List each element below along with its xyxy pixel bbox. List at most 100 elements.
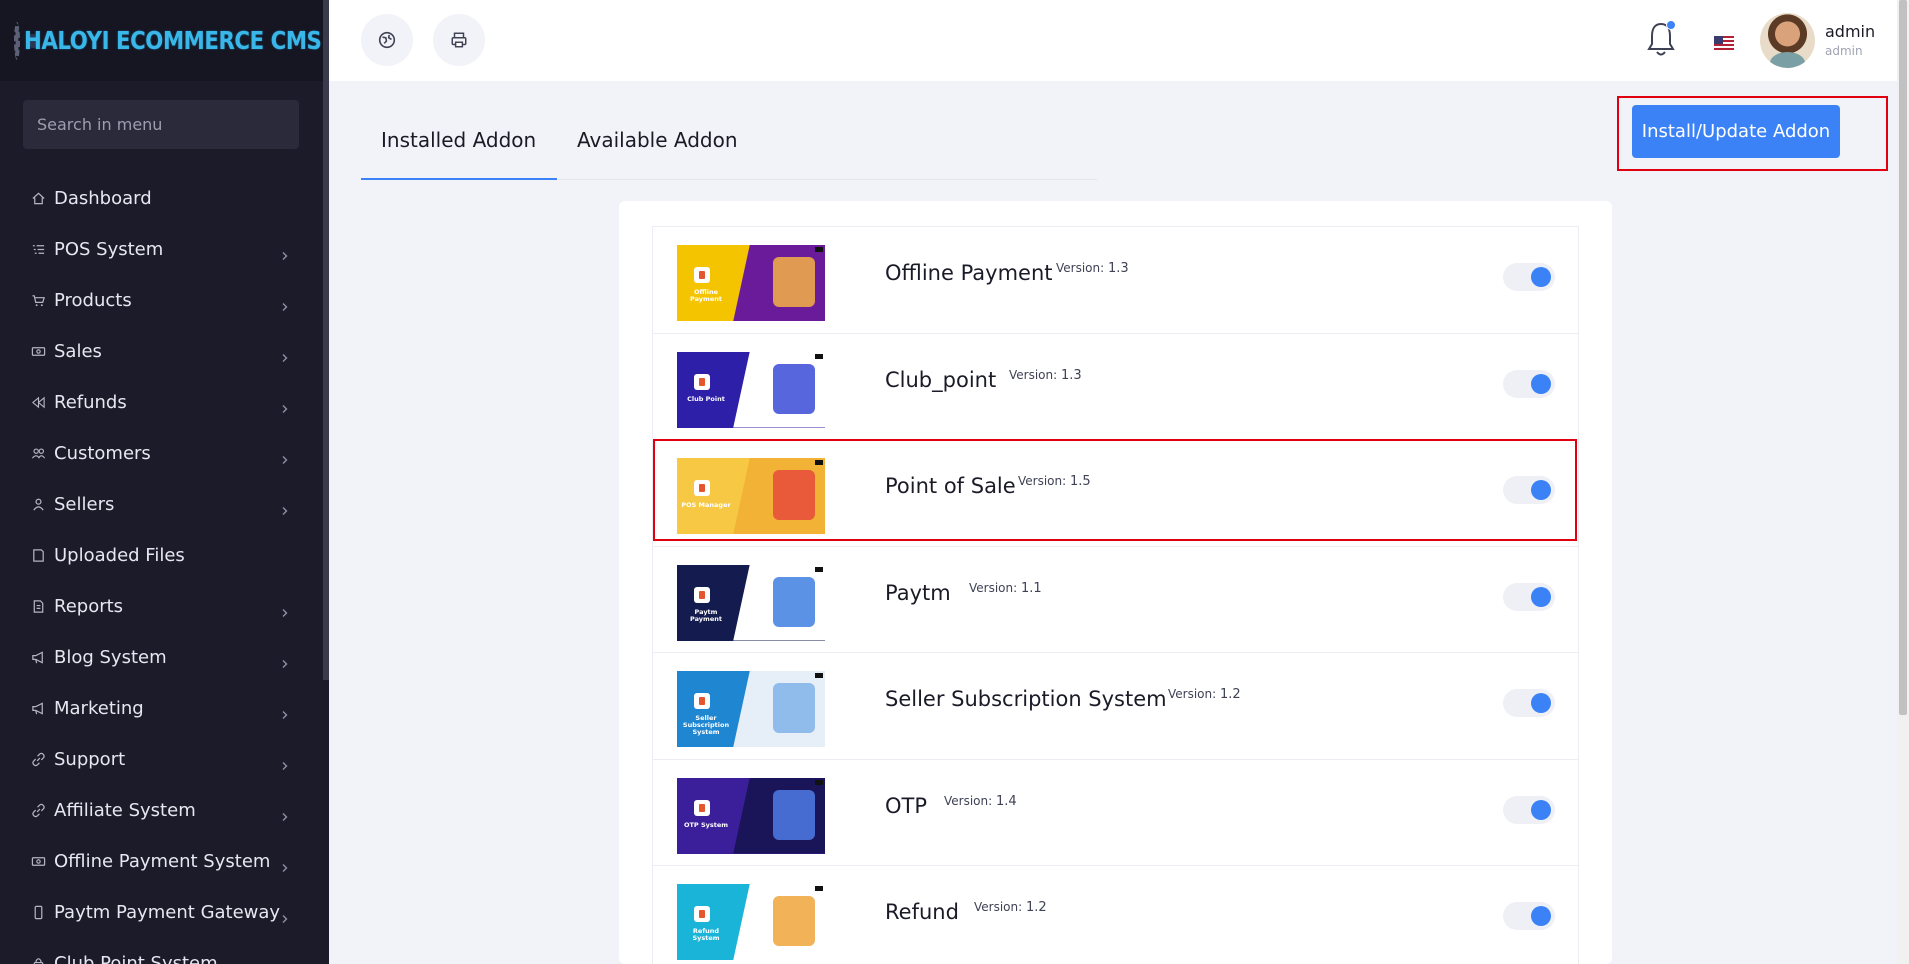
bullhorn-icon <box>30 650 46 666</box>
link-icon <box>30 803 46 819</box>
addon-toggle[interactable] <box>1503 582 1555 611</box>
sidebar-item-label: Paytm Payment Gateway <box>54 902 281 923</box>
addon-version: Version: 1.2 <box>1168 687 1241 702</box>
user-avatar[interactable] <box>1760 13 1815 68</box>
printer-icon <box>451 32 467 48</box>
addon-version-value: 1.4 <box>996 793 1017 809</box>
addon-row-paytm: Paytm Payment Paytm Version: 1.1 <box>653 546 1578 653</box>
chevron-right-icon <box>280 959 290 964</box>
page-scrollbar[interactable] <box>1897 0 1909 964</box>
sidebar-item-label: Offline Payment System <box>54 851 271 872</box>
addon-thumbnail: Offline Payment <box>677 245 825 321</box>
sidebar-item-paytm-payment-gateway[interactable]: Paytm Payment Gateway <box>0 887 329 938</box>
sidebar-item-customers[interactable]: Customers <box>0 428 329 479</box>
sidebar-item-affiliate-system[interactable]: Affiliate System <box>0 785 329 836</box>
addon-thumbnail: Seller Subscription System <box>677 671 825 747</box>
addon-row-otp: OTP System OTP Version: 1.4 <box>653 759 1578 866</box>
addon-thumbnail-caption: POS Manager <box>681 501 731 509</box>
notification-dot <box>1666 20 1676 30</box>
chevron-right-icon <box>280 398 290 413</box>
addon-toggle[interactable] <box>1503 369 1555 398</box>
visit-website-button[interactable] <box>361 14 413 66</box>
sidebar-item-pos-system[interactable]: POS System <box>0 224 329 275</box>
addon-thumbnail: Paytm Payment <box>677 564 825 641</box>
addon-version-value: 1.2 <box>1026 900 1047 915</box>
sidebar-item-reports[interactable]: Reports <box>0 581 329 632</box>
sidebar-item-offline-payment-system[interactable]: Offline Payment System <box>0 836 329 887</box>
addon-name: Refund <box>885 900 959 924</box>
list-icon <box>30 242 46 258</box>
chevron-right-icon <box>280 704 290 719</box>
sidebar-item-sellers[interactable]: Sellers <box>0 479 329 530</box>
sidebar-item-label: Support <box>54 749 126 770</box>
addon-name: Seller Subscription System <box>885 687 1167 711</box>
toggle-knob <box>1531 267 1551 287</box>
sidebar-item-support[interactable]: Support <box>0 734 329 785</box>
link-icon <box>30 752 46 768</box>
addon-toggle[interactable] <box>1503 263 1555 291</box>
addon-version: Version: 1.1 <box>969 581 1042 596</box>
addon-version-label: Version: <box>944 793 993 808</box>
addon-row-offline-payment: Offline Payment Offline Payment Version: 1… <box>653 227 1578 334</box>
addon-version-label: Version: <box>974 900 1023 914</box>
addon-version-value: 1.5 <box>1070 474 1091 489</box>
sidebar-item-label: Products <box>54 290 132 311</box>
globe-icon <box>378 31 396 49</box>
chevron-right-icon <box>280 500 290 515</box>
us-flag-icon[interactable] <box>1714 35 1734 50</box>
toggle-knob <box>1531 586 1551 607</box>
addon-thumbnail-caption: Club Point <box>687 394 725 403</box>
sidebar-item-label: Club Point System <box>54 953 218 964</box>
addon-logo-icon <box>694 480 710 496</box>
sidebar-item-label: Marketing <box>54 698 144 719</box>
lock-icon <box>30 956 46 964</box>
user-role: admin <box>1825 44 1863 58</box>
addon-name: Paytm <box>885 580 951 605</box>
sidebar-item-label: Customers <box>54 443 151 464</box>
cart-icon <box>30 293 46 309</box>
addon-logo-icon <box>694 267 710 283</box>
sidebar-item-label: Refunds <box>54 392 127 413</box>
addon-version-value: 1.3 <box>1061 367 1082 383</box>
addon-thumbnail-caption: Offline Payment <box>690 288 722 304</box>
sidebar-item-refunds[interactable]: Refunds <box>0 377 329 428</box>
addon-version: Version: 1.5 <box>1018 474 1091 489</box>
sidebar-item-club-point-system[interactable]: Club Point System <box>0 938 329 964</box>
addon-logo-icon <box>694 586 710 603</box>
bullhorn-icon <box>30 701 46 717</box>
user-name[interactable]: admin <box>1825 22 1875 41</box>
install-update-addon-button[interactable]: Install/Update Addon <box>1632 105 1840 158</box>
print-button[interactable] <box>433 14 485 66</box>
notifications-button[interactable] <box>1644 20 1678 58</box>
sidebar-item-dashboard[interactable]: Dashboard <box>0 173 329 224</box>
addon-toggle[interactable] <box>1503 476 1555 504</box>
money-icon <box>30 854 46 870</box>
sidebar-item-products[interactable]: Products <box>0 275 329 326</box>
chevron-right-icon <box>280 245 290 260</box>
addon-version: Version: 1.3 <box>1009 368 1082 383</box>
addon-version-label: Version: <box>1009 367 1058 382</box>
chevron-right-icon <box>280 347 290 362</box>
tab-installed-addon[interactable]: Installed Addon <box>361 120 557 180</box>
sidebar-item-blog-system[interactable]: Blog System <box>0 632 329 683</box>
addon-toggle[interactable] <box>1503 902 1555 930</box>
sidebar-item-sales[interactable]: Sales <box>0 326 329 377</box>
logo[interactable]: HALOYI ECOMMERCE CMS <box>0 0 329 81</box>
addon-toggle[interactable] <box>1503 795 1555 824</box>
chevron-right-icon <box>280 449 290 464</box>
logo-text: HALOYI ECOMMERCE CMS <box>24 26 322 55</box>
page-scrollbar-thumb[interactable] <box>1899 0 1907 715</box>
addon-row-club-point: Club Point Club_point Version: 1.3 <box>653 333 1578 440</box>
users-icon <box>30 446 46 462</box>
sidebar-scrollbar[interactable] <box>323 0 329 680</box>
chevron-right-icon <box>280 602 290 617</box>
sidebar-item-uploaded-files[interactable]: Uploaded Files <box>0 530 329 581</box>
sidebar-search-input[interactable] <box>23 100 299 149</box>
sidebar-item-label: Sales <box>54 341 102 362</box>
chevron-right-icon <box>280 908 290 923</box>
sidebar-item-marketing[interactable]: Marketing <box>0 683 329 734</box>
addon-toggle[interactable] <box>1503 689 1555 717</box>
tab-available-addon[interactable]: Available Addon <box>557 120 758 180</box>
money-icon <box>30 344 46 360</box>
addon-name: Offline Payment <box>885 261 1053 285</box>
